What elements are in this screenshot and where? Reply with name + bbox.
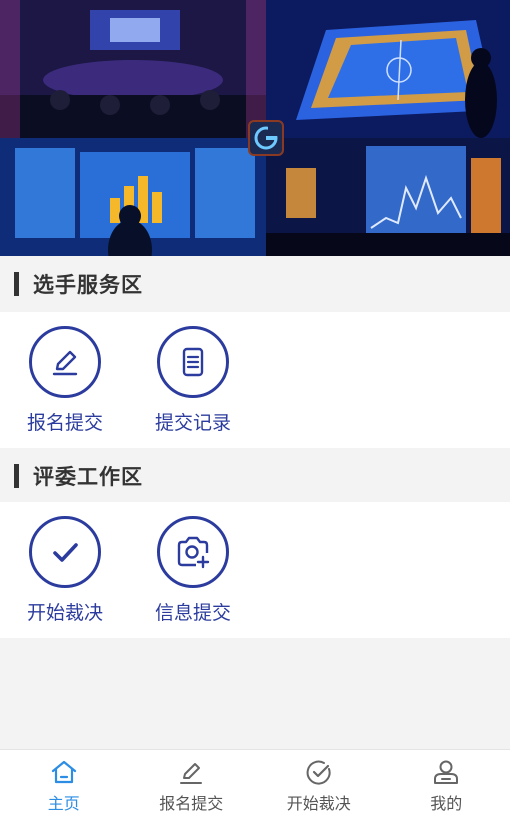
- hero-banner: [0, 0, 510, 256]
- submit-history-tile[interactable]: 提交记录: [138, 326, 248, 435]
- tile-label: 开始裁决: [10, 598, 120, 625]
- tile-label: 报名提交: [10, 408, 120, 435]
- home-icon: [50, 758, 78, 786]
- banner-dashboard-image: [0, 138, 266, 256]
- player-service-grid: 报名提交 提交记录: [0, 312, 510, 448]
- banner-stats-screen-image: [266, 138, 510, 256]
- section-accent-bar: [14, 464, 19, 488]
- banner-arena-image: [0, 0, 266, 138]
- section-header-player: 选手服务区: [0, 256, 510, 312]
- banner-court-image: [266, 0, 510, 138]
- document-icon: [157, 326, 229, 398]
- info-submit-tile[interactable]: 信息提交: [138, 516, 248, 625]
- signup-submit-tile[interactable]: 报名提交: [10, 326, 120, 435]
- start-judging-tile[interactable]: 开始裁决: [10, 516, 120, 625]
- edit-pen-icon: [29, 326, 101, 398]
- tile-label: 信息提交: [138, 598, 248, 625]
- tab-label: 报名提交: [159, 790, 223, 814]
- tab-mine[interactable]: 我的: [383, 750, 510, 818]
- check-circle-icon: [305, 758, 333, 786]
- tab-signup-submit[interactable]: 报名提交: [128, 750, 256, 818]
- g-logo-icon: [248, 120, 284, 156]
- user-icon: [432, 758, 460, 786]
- tab-label: 开始裁决: [287, 790, 351, 814]
- checkmark-icon: [29, 516, 101, 588]
- section-title: 选手服务区: [33, 269, 143, 299]
- tab-label: 主页: [48, 790, 80, 814]
- edit-pen-icon: [177, 758, 205, 786]
- section-accent-bar: [14, 272, 19, 296]
- section-header-judge: 评委工作区: [0, 448, 510, 504]
- tab-home[interactable]: 主页: [0, 750, 128, 818]
- tab-label: 我的: [430, 790, 462, 814]
- section-title: 评委工作区: [33, 461, 143, 491]
- tile-label: 提交记录: [138, 408, 248, 435]
- tab-start-judging[interactable]: 开始裁决: [255, 750, 383, 818]
- camera-plus-icon: [157, 516, 229, 588]
- bottom-tab-bar: 主页 报名提交 开始裁决 我的: [0, 749, 510, 818]
- judge-work-grid: 开始裁决 信息提交: [0, 502, 510, 638]
